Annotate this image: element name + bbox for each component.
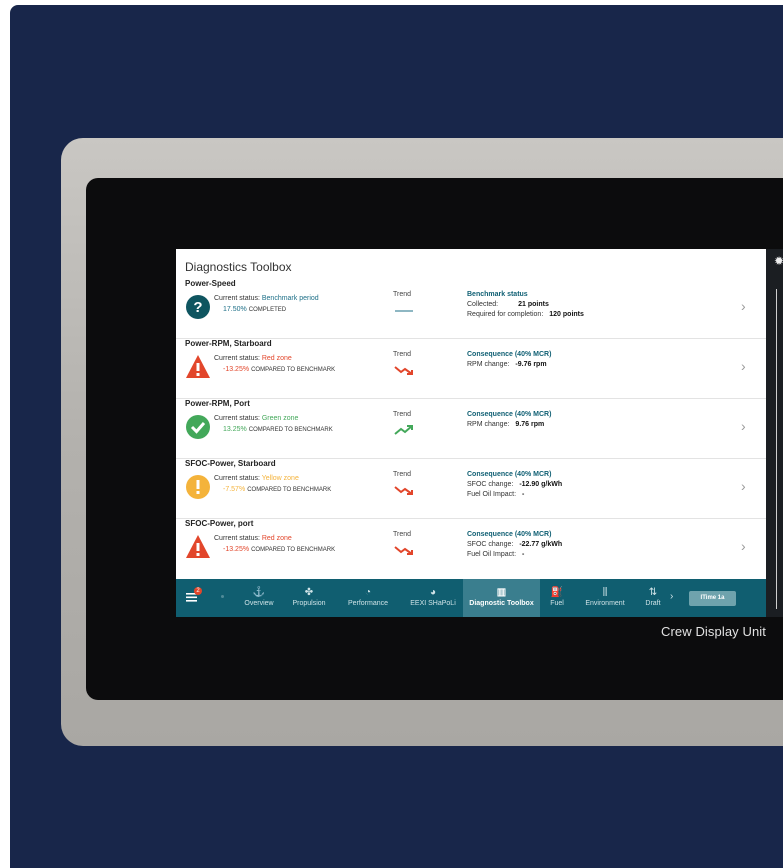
info-title: Consequence (40% MCR) [467, 531, 552, 538]
row-name: Power-RPM, Port [185, 399, 250, 408]
app-screen: Diagnostics Toolbox Power-Speed ? Curren… [176, 249, 766, 617]
diagnostic-row-power-speed[interactable]: Power-Speed ? Current status: Benchmark … [176, 279, 766, 339]
check-icon [186, 415, 210, 439]
diagnostic-row-power-rpm-port[interactable]: Power-RPM, Port Current status: Green zo… [176, 399, 766, 459]
gauge-icon: ◔ [364, 587, 372, 598]
trend-down-icon [394, 486, 413, 495]
chevron-right-icon[interactable]: › [741, 538, 746, 554]
nav-item-overview[interactable]: ⚓ Overview [238, 579, 280, 617]
info-line: SFOC change: -12.90 g/kWh [467, 481, 563, 488]
row-name: Power-RPM, Starboard [185, 339, 272, 348]
info-title: Consequence (40% MCR) [467, 471, 552, 478]
info-line: Fuel Oil Impact: - [467, 491, 525, 498]
svg-text:?: ? [193, 299, 202, 316]
propeller-icon: ✤ [304, 587, 314, 598]
divider [776, 289, 777, 609]
overview-icon: ⚓ [252, 587, 266, 598]
diagnostic-row-sfoc-power-starboard[interactable]: SFOC-Power, Starboard Current status: Ye… [176, 459, 766, 519]
gear-icon: ✹ [774, 254, 783, 268]
row-percentage: 13.25% COMPARED TO BENCHMARK [223, 426, 333, 433]
page-title: Diagnostics Toolbox [185, 260, 292, 274]
info-line: RPM change: -9.76 rpm [467, 361, 547, 368]
row-percentage: -7.57% COMPARED TO BENCHMARK [223, 486, 332, 493]
info-line: Required for completion: 120 points [467, 311, 584, 318]
trend-up-icon [394, 425, 413, 435]
chevron-right-icon[interactable]: › [741, 478, 746, 494]
info-title: Consequence (40% MCR) [467, 351, 552, 358]
row-status: Current status: Benchmark period [214, 295, 319, 302]
trend-label: Trend [393, 531, 412, 538]
exclamation-icon [186, 475, 210, 499]
row-percentage: 17.50% COMPLETED [223, 306, 287, 313]
divider-dot [221, 595, 224, 598]
row-name: SFOC-Power, port [185, 519, 254, 528]
info-line: SFOC change: -22.77 g/kWh [467, 541, 563, 548]
notification-badge: 2 [194, 587, 202, 595]
row-percentage: -13.25% COMPARED TO BENCHMARK [223, 366, 336, 373]
trend-label: Trend [393, 411, 412, 418]
nav-item-propulsion[interactable]: ✤ Propulsion [286, 579, 332, 617]
chevron-right-icon[interactable]: › [670, 591, 673, 602]
chevron-right-icon[interactable]: › [741, 298, 746, 314]
nav-item-diagnostic-toolbox[interactable]: ▥ Diagnostic Toolbox [463, 579, 540, 617]
trend-label: Trend [393, 291, 412, 298]
bottom-nav: 2 ⚓ Overview ✤ Propulsion ◔ Performance ◕ EE… [176, 579, 766, 617]
trend-down-icon [394, 546, 413, 555]
trend-label: Trend [393, 351, 412, 358]
nav-item-eexi-shapoli[interactable]: ◕ EEXI SHaPoLi [402, 579, 464, 617]
secondary-screen-edge: ✹ [766, 249, 783, 617]
info-title: Benchmark status [467, 291, 528, 298]
warning-icon [186, 535, 210, 558]
info-line: RPM change: 9.76 rpm [467, 421, 545, 428]
row-status: Current status: Red zone [214, 535, 292, 542]
row-status: Current status: Red zone [214, 355, 292, 362]
chevron-right-icon[interactable]: › [741, 358, 746, 374]
draft-icon: ⇅ [648, 587, 658, 598]
speedometer-icon: ◕ [429, 587, 437, 598]
nav-item-environment[interactable]: ⫼ Environment [579, 579, 631, 617]
row-percentage: -13.25% COMPARED TO BENCHMARK [223, 546, 336, 553]
trend-flat-icon [395, 310, 413, 312]
chart-icon: ▥ [496, 587, 507, 598]
row-name: Power-Speed [185, 279, 236, 288]
chevron-right-icon[interactable]: › [741, 418, 746, 434]
warning-icon [186, 355, 210, 378]
info-line: Fuel Oil Impact: - [467, 551, 525, 558]
environment-icon: ⫼ [602, 587, 608, 598]
time-button[interactable]: ITime 1a [689, 591, 736, 606]
fuel-icon: ⛽ [550, 587, 564, 598]
row-status: Current status: Green zone [214, 415, 299, 422]
row-status: Current status: Yellow zone [214, 475, 299, 482]
row-name: SFOC-Power, Starboard [185, 459, 276, 468]
info-line: Collected: 21 points [467, 301, 549, 308]
nav-item-fuel[interactable]: ⛽ Fuel [544, 579, 570, 617]
nav-item-performance[interactable]: ◔ Performance [340, 579, 396, 617]
info-title: Consequence (40% MCR) [467, 411, 552, 418]
diagnostic-row-power-rpm-starboard[interactable]: Power-RPM, Starboard Current status: Red… [176, 339, 766, 399]
device-label: Crew Display Unit [661, 624, 767, 639]
nav-item-draft[interactable]: ⇅ Draft [641, 579, 665, 617]
trend-label: Trend [393, 471, 412, 478]
question-icon: ? [186, 295, 210, 319]
diagnostic-row-sfoc-power-port[interactable]: SFOC-Power, port Current status: Red zon… [176, 519, 766, 578]
trend-down-icon [394, 366, 413, 375]
